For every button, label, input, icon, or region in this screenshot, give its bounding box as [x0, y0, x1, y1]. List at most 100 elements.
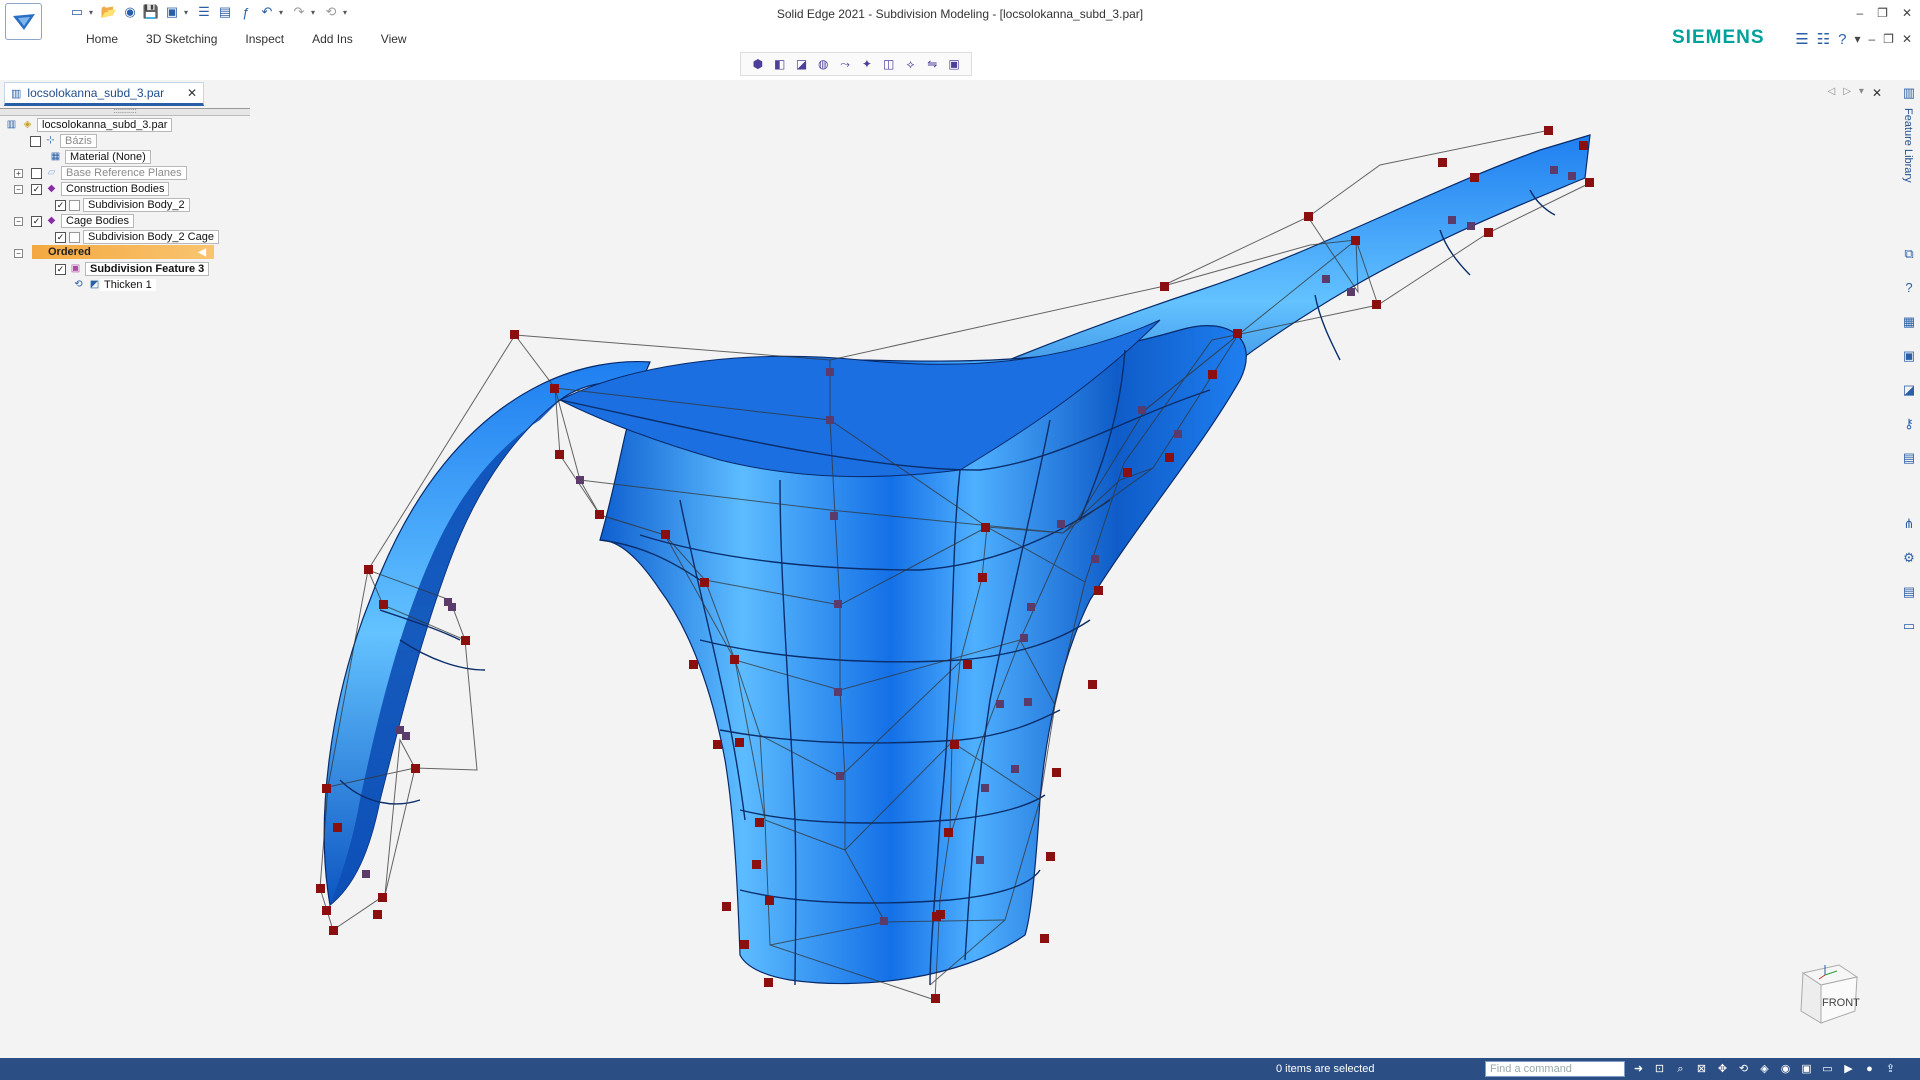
select-filter-icon[interactable]: ▣: [945, 55, 963, 73]
feature-library-tab[interactable]: Feature Library: [1902, 108, 1914, 183]
restore-icon[interactable]: ❐: [1877, 6, 1888, 20]
record-icon[interactable]: ●: [1861, 1061, 1878, 1077]
tree-item-label: Material (None): [65, 150, 151, 164]
view-orientation-icon[interactable]: ◈: [1756, 1061, 1773, 1077]
arrange-icon[interactable]: ☷: [1817, 30, 1830, 48]
tree-item-subdivision-body-2-cage[interactable]: ✓ Subdivision Body_2 Cage: [55, 230, 219, 244]
tab-view[interactable]: View: [367, 32, 421, 46]
layers-icon[interactable]: ▦: [1900, 313, 1918, 331]
visibility-checkbox[interactable]: [30, 135, 41, 147]
rollback-icon: ⟲: [74, 279, 83, 290]
doc-minimize-icon[interactable]: –: [1868, 32, 1875, 46]
status-icons: ➜ ⊡ ⌕ ⊠ ✥ ⟲ ◈ ◉ ▣ ▭ ▶ ● ⇪: [1630, 1061, 1899, 1077]
visibility-checkbox[interactable]: ✓: [31, 183, 42, 195]
view-cube[interactable]: FRONT: [1795, 961, 1861, 1031]
share-icon[interactable]: ⇪: [1882, 1061, 1899, 1077]
chevron-left-icon[interactable]: ◁: [1828, 86, 1836, 100]
subdivision-feature-icon: ▣: [70, 263, 81, 274]
tree-item-material[interactable]: ▦ Material (None): [49, 150, 151, 164]
title-bar: ▭ ▾ 📂 ◉ 💾 ▣ ▾ ☰ ▤ ƒ ↶ ▾ ↷ ▾ ⟲ ▾ Solid Edge 2…: [0, 0, 1920, 84]
select-loop-icon[interactable]: ◍: [814, 55, 832, 73]
sensors-icon[interactable]: ▣: [1900, 347, 1918, 365]
select-vertex-icon[interactable]: ✦: [858, 55, 876, 73]
chevron-right-icon[interactable]: ▷: [1843, 86, 1851, 100]
select-path-icon[interactable]: ⟡: [902, 55, 920, 73]
fit-icon[interactable]: ⊠: [1693, 1061, 1710, 1077]
document-tab[interactable]: ▥ locsolokanna_subd_3.par ✕: [4, 82, 204, 106]
select-face-icon[interactable]: ◧: [771, 55, 789, 73]
doc-restore-icon[interactable]: ❐: [1883, 32, 1894, 46]
tree-item-subdivision-feature-3[interactable]: ✓ ▣ Subdivision Feature 3: [55, 262, 210, 276]
layout-icon[interactable]: ☰: [1795, 30, 1808, 48]
rendering-icon[interactable]: ▤: [1900, 449, 1918, 467]
select-body-icon[interactable]: ⬢: [749, 55, 767, 73]
feature-library-icon[interactable]: ▥: [1900, 84, 1918, 102]
arrow-right-icon[interactable]: ➜: [1630, 1061, 1647, 1077]
ordered-group-label: Ordered: [48, 246, 91, 258]
tree-item-label: Cage Bodies: [61, 214, 134, 228]
visibility-checkbox[interactable]: ✓: [55, 263, 66, 275]
graphics-viewport[interactable]: FRONT: [250, 108, 1896, 1058]
appearance-icon[interactable]: ◪: [1900, 381, 1918, 399]
display-icon[interactable]: ▭: [1819, 1061, 1836, 1077]
expand-icon[interactable]: +: [14, 168, 23, 178]
settings-icon[interactable]: ⚙: [1900, 549, 1918, 567]
visibility-checkbox[interactable]: ✓: [31, 215, 42, 227]
tree-item-thicken-1[interactable]: ⟲ ◩ Thicken 1: [72, 278, 156, 292]
key-icon[interactable]: ⚷: [1900, 415, 1918, 433]
tree-item-base-reference-planes[interactable]: + ▱ Base Reference Planes: [14, 166, 187, 180]
chevron-down-icon[interactable]: ▾: [1859, 86, 1864, 100]
variables-table-icon[interactable]: ▤: [1900, 583, 1918, 601]
minimize-icon[interactable]: –: [1856, 6, 1863, 20]
close-icon[interactable]: ✕: [1902, 6, 1912, 20]
chevron-down-icon[interactable]: ▾: [1854, 32, 1860, 46]
tree-root[interactable]: ▥ ◈ locsolokanna_subd_3.par: [5, 118, 173, 132]
tree-root-label: locsolokanna_subd_3.par: [37, 118, 173, 132]
rollback-marker-icon[interactable]: ◀: [198, 247, 206, 258]
family-of-parts-icon[interactable]: ⧉: [1900, 245, 1918, 263]
construction-body-icon: ◆: [47, 183, 56, 194]
tree-item-label: Base Reference Planes: [61, 166, 187, 180]
close-icon[interactable]: ✕: [187, 86, 197, 100]
tree-item-label: Construction Bodies: [61, 182, 170, 196]
tab-navigation: ◁ ▷ ▾ ✕: [1828, 86, 1883, 100]
zoom-area-icon[interactable]: ⊡: [1651, 1061, 1668, 1077]
collapse-icon[interactable]: −: [14, 248, 23, 258]
view-cube-face-label: FRONT: [1822, 997, 1860, 1009]
zoom-icon[interactable]: ⌕: [1672, 1061, 1689, 1077]
doc-close-icon[interactable]: ✕: [1902, 32, 1912, 46]
select-symmetry-icon[interactable]: ⇋: [923, 55, 941, 73]
tab-add-ins[interactable]: Add Ins: [298, 32, 367, 46]
tree-item-ordered[interactable]: Ordered ◀: [32, 245, 214, 259]
tree-item-construction-bodies[interactable]: − ✓ ◆ Construction Bodies: [14, 182, 170, 196]
folder-icon[interactable]: ▭: [1900, 617, 1918, 635]
window-title: Solid Edge 2021 - Subdivision Modeling -…: [776, 7, 1144, 21]
tree-collapse-ordered[interactable]: −: [14, 246, 23, 260]
rotate-icon[interactable]: ⟲: [1735, 1061, 1752, 1077]
collapse-icon[interactable]: −: [14, 184, 23, 194]
visibility-checkbox[interactable]: [31, 167, 42, 179]
help-icon[interactable]: ?: [1838, 31, 1846, 48]
pathfinder-grip[interactable]: ::::::::::::: [0, 108, 250, 116]
select-cage-icon[interactable]: ◫: [880, 55, 898, 73]
tab-3d-sketching[interactable]: 3D Sketching: [132, 32, 231, 46]
tree-item-cage-bodies[interactable]: − ✓ ◆ Cage Bodies: [14, 214, 134, 228]
select-edge-icon[interactable]: ◪: [793, 55, 811, 73]
pan-icon[interactable]: ✥: [1714, 1061, 1731, 1077]
right-dock: ▥ Feature Library ⧉ ? ▦ ▣ ◪ ⚷ ▤ ⋔ ⚙ ▤ ▭: [1896, 80, 1920, 1058]
visibility-checkbox[interactable]: ✓: [55, 199, 66, 211]
visibility-checkbox[interactable]: ✓: [55, 231, 66, 243]
video-icon[interactable]: ▶: [1840, 1061, 1857, 1077]
help-panel-icon[interactable]: ?: [1900, 279, 1918, 297]
collapse-icon[interactable]: −: [14, 216, 23, 226]
relationships-icon[interactable]: ⋔: [1900, 515, 1918, 533]
select-curve-icon[interactable]: ⤳: [836, 55, 854, 73]
close-all-icon[interactable]: ✕: [1872, 86, 1882, 100]
tab-home[interactable]: Home: [72, 32, 132, 46]
styles-icon[interactable]: ▣: [1798, 1061, 1815, 1077]
tree-item-bazis[interactable]: ⊹ Bázis: [30, 134, 97, 148]
tab-inspect[interactable]: Inspect: [231, 32, 298, 46]
tree-item-subdivision-body-2[interactable]: ✓ Subdivision Body_2: [55, 198, 190, 212]
command-finder-input[interactable]: Find a command: [1485, 1061, 1625, 1077]
shaded-icon[interactable]: ◉: [1777, 1061, 1794, 1077]
